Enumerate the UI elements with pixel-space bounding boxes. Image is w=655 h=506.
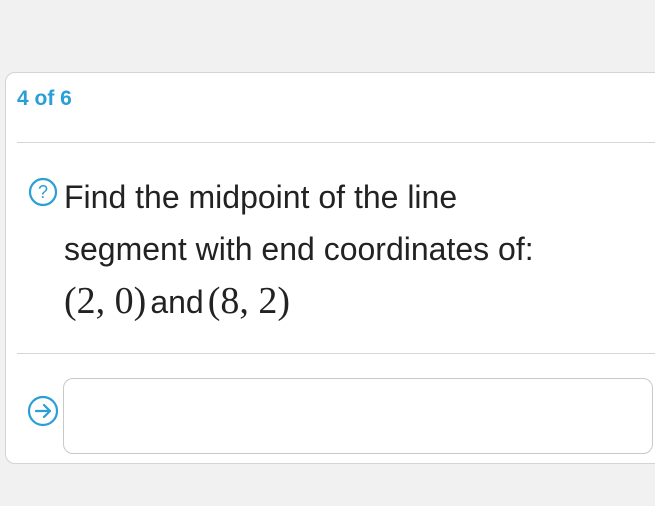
arrow-right-circle-icon[interactable] (26, 394, 60, 428)
question-block: ? Find the midpoint of the line segment … (28, 171, 628, 328)
answer-input[interactable] (63, 378, 653, 454)
divider (17, 353, 655, 354)
progress-indicator: 4 of 6 (17, 87, 72, 110)
question-text: Find the midpoint of the line segment wi… (64, 171, 628, 328)
question-circle-icon[interactable]: ? (28, 177, 58, 207)
question-card: 4 of 6 ? Find the midpoint of the line s… (5, 72, 655, 464)
conjunction: and (150, 284, 204, 320)
point-1: (2, 0) (64, 280, 147, 322)
point-2: (8, 2) (207, 280, 291, 322)
divider (17, 142, 655, 143)
question-line-1: Find the midpoint of the line (64, 179, 458, 215)
question-line-2: segment with end coordinates of: (64, 231, 534, 267)
svg-text:?: ? (38, 182, 48, 202)
